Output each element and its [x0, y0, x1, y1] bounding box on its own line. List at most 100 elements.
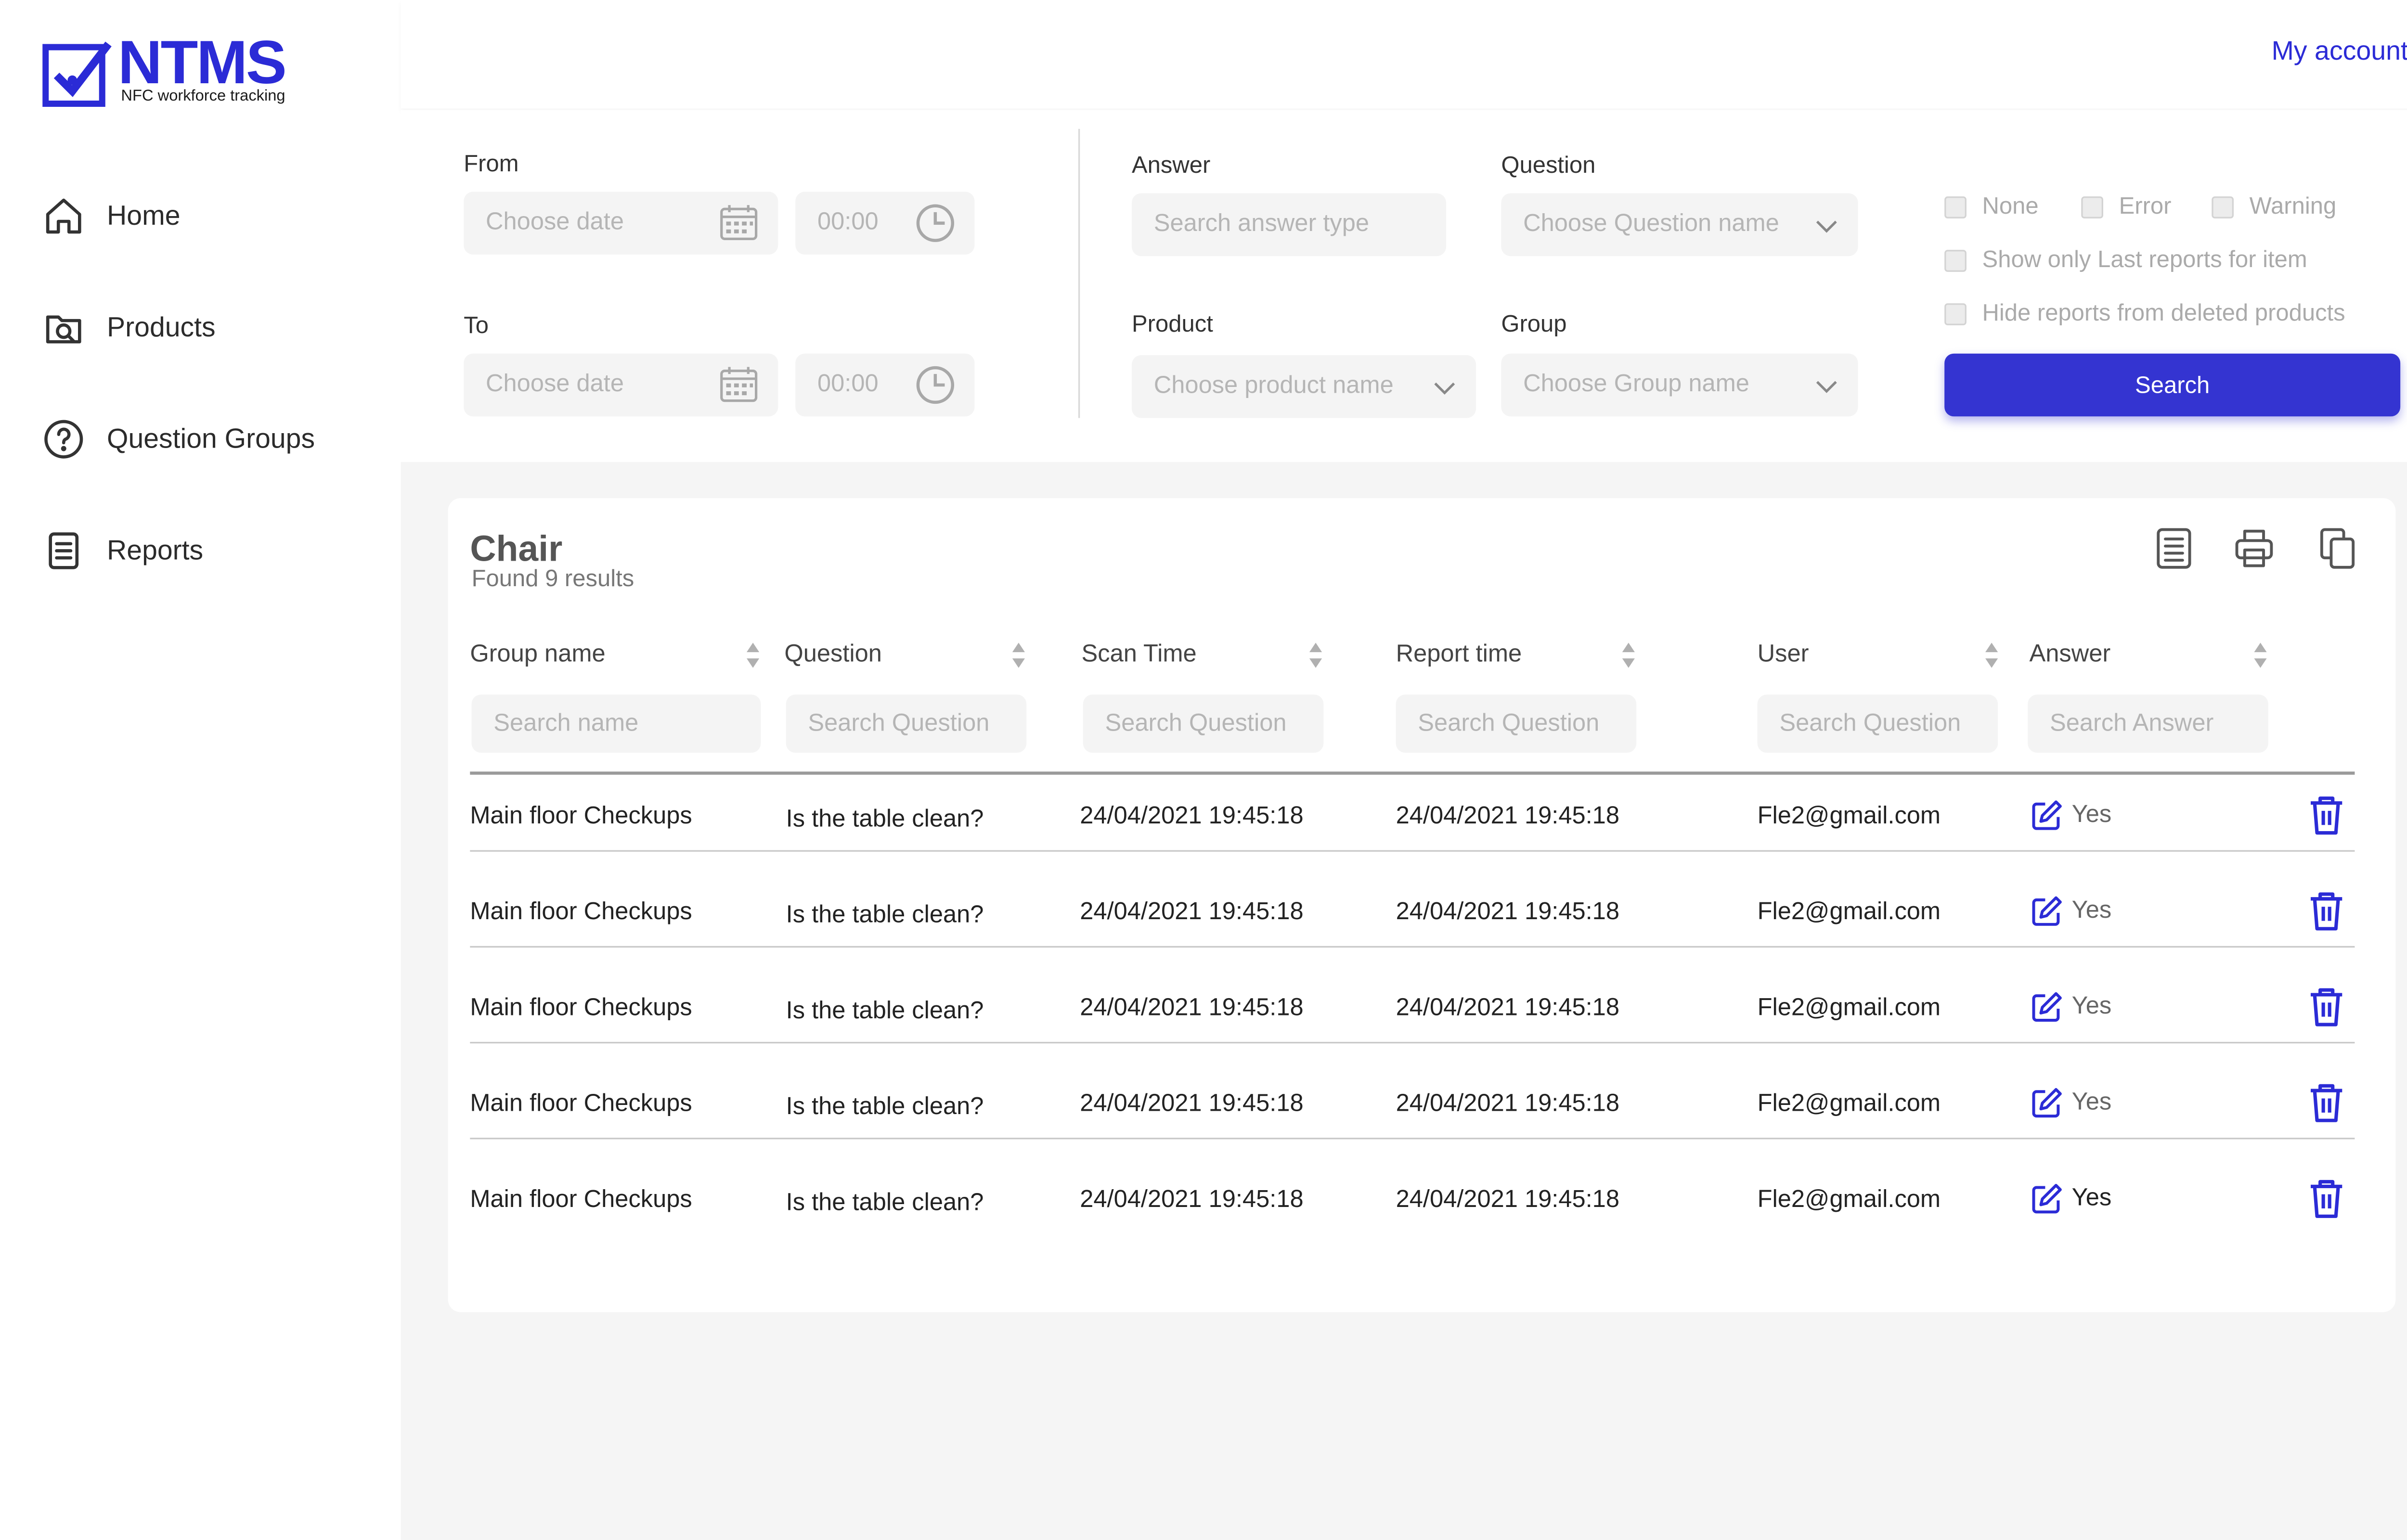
cell-group: Main floor Checkups — [470, 994, 692, 1022]
column-header-answer[interactable]: Answer — [2030, 641, 2111, 669]
placeholder: Search Answer — [2049, 709, 2214, 736]
report-time-search-input[interactable]: Search Question — [1396, 694, 1637, 753]
table-divider — [470, 771, 2355, 774]
cell-question: Is the table clean? — [786, 1189, 984, 1217]
question-label: Question — [1501, 152, 1596, 180]
my-account-menu[interactable]: My account — [2272, 36, 2407, 67]
checkbox-error[interactable]: Error — [2081, 193, 2172, 220]
clock-icon — [916, 204, 955, 242]
cell-report-time: 24/04/2021 19:45:18 — [1396, 994, 1619, 1022]
edit-icon[interactable] — [2030, 1086, 2064, 1120]
checkbox-box[interactable] — [1944, 302, 1967, 325]
placeholder: Search Question — [1779, 709, 1961, 736]
brand-name: NTMS — [117, 30, 287, 98]
search-button[interactable]: Search — [1944, 353, 2401, 417]
from-date-input[interactable]: Choose date — [464, 192, 778, 255]
question-search-input[interactable]: Search Question — [786, 694, 1027, 753]
sidebar: NTMS NFC workforce tracking Home Product… — [0, 0, 401, 1540]
calendar-icon — [720, 205, 758, 240]
logo[interactable]: NTMS NFC workforce tracking — [42, 30, 317, 113]
checkbox-none[interactable]: None — [1944, 193, 2039, 220]
row-divider — [470, 946, 2355, 948]
home-icon — [46, 197, 81, 233]
column-header-scan-time[interactable]: Scan Time — [1082, 641, 1197, 669]
user-search-input[interactable]: Search Question — [1757, 694, 1998, 753]
sidebar-item-label: Products — [107, 310, 216, 342]
cell-question: Is the table clean? — [786, 998, 984, 1025]
column-header-group[interactable]: Group name — [470, 641, 605, 669]
product-placeholder: Choose product name — [1153, 372, 1394, 399]
from-time-input[interactable]: 00:00 — [795, 192, 975, 255]
to-time-input[interactable]: 00:00 — [795, 353, 975, 417]
sort-icon[interactable] — [1308, 641, 1324, 669]
scan-time-search-input[interactable]: Search Question — [1083, 694, 1324, 753]
answer-value: Yes — [2071, 897, 2112, 924]
print-icon[interactable] — [2234, 526, 2275, 570]
to-date-input[interactable]: Choose date — [464, 353, 778, 417]
cell-answer: Yes — [2030, 894, 2112, 929]
answer-placeholder: Search answer type — [1153, 210, 1370, 238]
edit-icon[interactable] — [2030, 798, 2064, 833]
edit-icon[interactable] — [2030, 990, 2064, 1025]
checkbox-label: Hide reports from deleted products — [1982, 300, 2345, 327]
column-header-question[interactable]: Question — [784, 641, 882, 669]
to-date-placeholder: Choose date — [485, 371, 624, 398]
sidebar-item-question-groups[interactable]: Question Groups — [42, 415, 315, 462]
sidebar-item-label: Reports — [107, 533, 204, 565]
results-card: Chair Found 9 results Group name Questio… — [448, 498, 2396, 1312]
cell-group: Main floor Checkups — [470, 1186, 692, 1213]
sort-icon[interactable] — [745, 641, 761, 669]
sidebar-item-reports[interactable]: Reports — [42, 526, 203, 574]
cell-question: Is the table clean? — [786, 1093, 984, 1121]
sort-icon[interactable] — [1621, 641, 1637, 669]
checkbox-box[interactable] — [2081, 195, 2103, 218]
product-select[interactable]: Choose product name — [1132, 355, 1476, 418]
column-header-user[interactable]: User — [1758, 641, 1809, 669]
group-search-input[interactable]: Search name — [471, 694, 761, 753]
trash-icon[interactable] — [2307, 1179, 2345, 1219]
filter-divider — [1078, 128, 1080, 418]
trash-icon[interactable] — [2307, 1083, 2345, 1124]
answer-search-input[interactable]: Search Answer — [2028, 694, 2268, 753]
edit-icon[interactable] — [2030, 894, 2064, 929]
cell-scan-time: 24/04/2021 19:45:18 — [1080, 994, 1304, 1022]
cell-report-time: 24/04/2021 19:45:18 — [1396, 1091, 1619, 1117]
sidebar-item-home[interactable]: Home — [42, 192, 180, 239]
placeholder: Search Question — [808, 709, 990, 736]
group-select[interactable]: Choose Group name — [1501, 353, 1858, 417]
answer-search-input[interactable]: Search answer type — [1132, 193, 1447, 257]
cell-answer: Yes — [2030, 798, 2111, 833]
cell-user: Fle2@gmail.com — [1757, 1091, 1941, 1117]
from-label: From — [464, 151, 519, 178]
sort-icon[interactable] — [2252, 641, 2268, 669]
copy-icon[interactable] — [2317, 526, 2358, 570]
results-count: Found 9 results — [471, 565, 634, 593]
cell-group: Main floor Checkups — [470, 1091, 692, 1117]
edit-icon[interactable] — [2030, 1182, 2064, 1217]
column-header-report-time[interactable]: Report time — [1396, 641, 1522, 669]
checkbox-box[interactable] — [2212, 195, 2234, 218]
question-select[interactable]: Choose Question name — [1501, 193, 1858, 257]
checkbox-hide-deleted[interactable]: Hide reports from deleted products — [1944, 300, 2345, 327]
clock-icon — [916, 366, 955, 404]
cell-answer: Yes — [2030, 1182, 2111, 1217]
trash-icon[interactable] — [2307, 795, 2345, 836]
trash-icon[interactable] — [2307, 891, 2345, 932]
cell-report-time: 24/04/2021 19:45:18 — [1396, 1186, 1619, 1213]
cell-user: Fle2@gmail.com — [1757, 898, 1941, 926]
cell-user: Fle2@gmail.com — [1757, 1186, 1941, 1213]
checkbox-warning[interactable]: Warning — [2212, 193, 2336, 220]
trash-icon[interactable] — [2307, 987, 2345, 1028]
export-document-icon[interactable] — [2153, 526, 2194, 570]
row-divider — [470, 850, 2355, 852]
checkbox-box[interactable] — [1944, 195, 1967, 218]
sidebar-item-products[interactable]: Products — [42, 303, 216, 350]
checkbox-last-reports[interactable]: Show only Last reports for item — [1944, 247, 2307, 273]
cell-question: Is the table clean? — [786, 902, 984, 929]
cell-report-time: 24/04/2021 19:45:18 — [1396, 898, 1619, 926]
calendar-icon — [720, 367, 758, 402]
checkbox-box[interactable] — [1944, 249, 1967, 271]
cell-scan-time: 24/04/2021 19:45:18 — [1080, 803, 1304, 830]
sort-icon[interactable] — [1011, 641, 1027, 669]
sort-icon[interactable] — [1984, 641, 2000, 669]
